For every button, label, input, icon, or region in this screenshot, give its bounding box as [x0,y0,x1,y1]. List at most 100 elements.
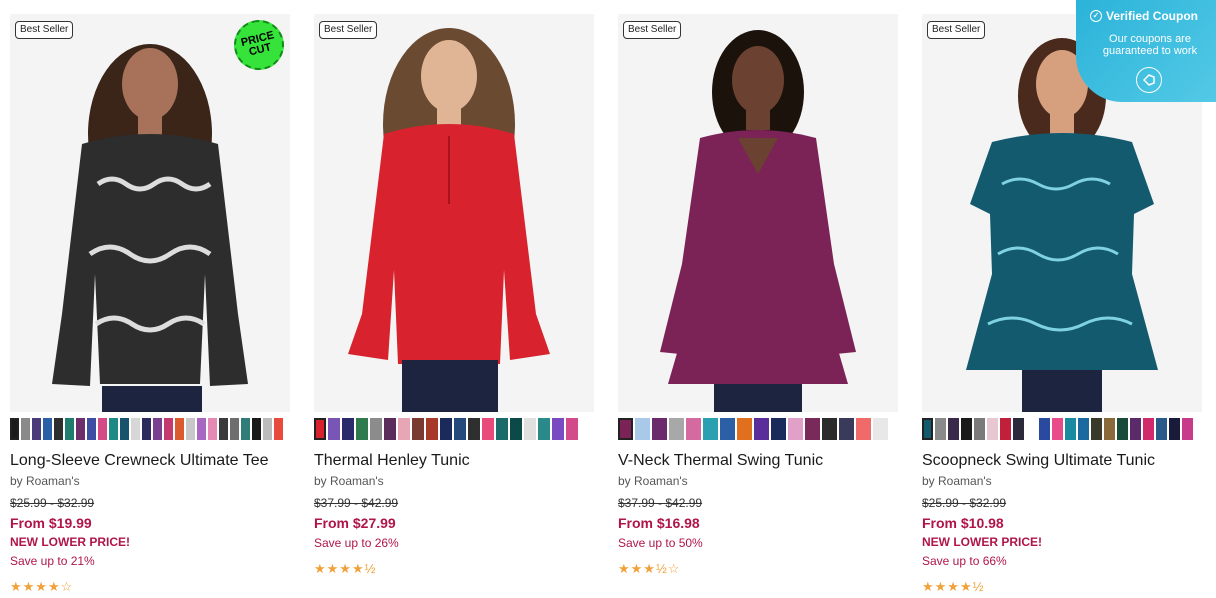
product-card[interactable]: Best Seller V-Neck Thermal Swing Tunic b… [618,14,898,598]
color-swatch[interactable] [109,418,118,440]
color-swatch[interactable] [524,418,536,440]
color-swatch[interactable] [1000,418,1011,440]
color-swatch[interactable] [440,418,452,440]
color-swatch[interactable] [65,418,74,440]
color-swatch[interactable] [566,418,578,440]
color-swatch[interactable] [131,418,140,440]
color-swatch[interactable] [720,418,735,440]
product-image[interactable]: Best Seller [314,14,594,412]
color-swatch[interactable] [328,418,340,440]
product-title[interactable]: Thermal Henley Tunic [314,452,470,470]
color-swatch[interactable] [1039,418,1050,440]
color-swatch[interactable] [10,418,19,440]
best-seller-badge: Best Seller [319,21,378,39]
color-swatch[interactable] [1130,418,1141,440]
color-swatch[interactable] [1104,418,1115,440]
color-swatch[interactable] [263,418,272,440]
color-swatch[interactable] [186,418,195,440]
color-swatch[interactable] [1078,418,1089,440]
product-card[interactable]: Best Seller PRICE CUT Long-Sleeve Crewne… [10,14,290,598]
color-swatch[interactable] [208,418,217,440]
color-swatch[interactable] [356,418,368,440]
color-swatch[interactable] [935,418,946,440]
color-swatch[interactable] [754,418,769,440]
color-swatch[interactable] [482,418,494,440]
color-swatch[interactable] [342,418,354,440]
color-swatch[interactable] [219,418,228,440]
color-swatch[interactable] [43,418,52,440]
color-swatch[interactable] [314,418,326,440]
color-swatch[interactable] [788,418,803,440]
color-swatch[interactable] [856,418,871,440]
product-title[interactable]: Long-Sleeve Crewneck Ultimate Tee [10,452,269,470]
color-swatch[interactable] [175,418,184,440]
color-swatch[interactable] [510,418,522,440]
color-swatch[interactable] [771,418,786,440]
product-title[interactable]: V-Neck Thermal Swing Tunic [618,452,823,470]
color-swatch[interactable] [426,418,438,440]
color-swatch[interactable] [370,418,382,440]
color-swatch[interactable] [412,418,424,440]
color-swatch[interactable] [197,418,206,440]
color-swatch[interactable] [1182,418,1193,440]
color-swatch[interactable] [737,418,752,440]
original-price: $37.99 - $42.99 [314,496,399,510]
color-swatch[interactable] [805,418,820,440]
color-swatch[interactable] [652,418,667,440]
color-swatch[interactable] [164,418,173,440]
color-swatch[interactable] [120,418,129,440]
color-swatch[interactable] [1143,418,1154,440]
coupon-title: Verified Coupon [1106,9,1199,23]
color-swatch[interactable] [21,418,30,440]
color-swatch[interactable] [241,418,250,440]
color-swatch[interactable] [153,418,162,440]
color-swatch[interactable] [1117,418,1128,440]
color-swatch[interactable] [142,418,151,440]
color-swatch[interactable] [618,418,633,440]
tag-logo-icon[interactable] [1136,67,1162,93]
color-swatch[interactable] [87,418,96,440]
color-swatch[interactable] [32,418,41,440]
color-swatch[interactable] [974,418,985,440]
color-swatch[interactable] [1026,418,1037,440]
color-swatch[interactable] [1169,418,1180,440]
product-image[interactable]: Best Seller PRICE CUT [10,14,290,412]
color-swatch[interactable] [686,418,701,440]
color-swatch[interactable] [1156,418,1167,440]
color-swatch[interactable] [454,418,466,440]
color-swatch[interactable] [839,418,854,440]
color-swatch[interactable] [538,418,550,440]
product-image[interactable]: Best Seller [618,14,898,412]
color-swatch[interactable] [669,418,684,440]
color-swatch[interactable] [1065,418,1076,440]
color-swatch[interactable] [948,418,959,440]
color-swatch[interactable] [873,418,888,440]
color-swatch[interactable] [552,418,564,440]
color-swatch[interactable] [398,418,410,440]
color-swatch[interactable] [987,418,998,440]
color-swatch[interactable] [274,418,283,440]
product-brand: by Roaman's [922,474,992,488]
color-swatch[interactable] [1052,418,1063,440]
color-swatch[interactable] [496,418,508,440]
color-swatch[interactable] [922,418,933,440]
color-swatch[interactable] [468,418,480,440]
color-swatch[interactable] [384,418,396,440]
check-circle-icon: ✓ [1090,10,1102,22]
color-swatch[interactable] [230,418,239,440]
color-swatch[interactable] [76,418,85,440]
color-swatch[interactable] [822,418,837,440]
color-swatches [314,418,594,440]
product-title[interactable]: Scoopneck Swing Ultimate Tunic [922,452,1155,470]
color-swatch[interactable] [98,418,107,440]
color-swatch[interactable] [961,418,972,440]
color-swatch[interactable] [252,418,261,440]
color-swatch[interactable] [1013,418,1024,440]
color-swatch[interactable] [54,418,63,440]
verified-coupon-widget[interactable]: ✓ Verified Coupon Our coupons are guaran… [1076,0,1216,102]
best-seller-badge: Best Seller [15,21,74,39]
color-swatch[interactable] [1091,418,1102,440]
product-card[interactable]: Best Seller Thermal Henley Tunic by Roam… [314,14,594,598]
color-swatch[interactable] [703,418,718,440]
color-swatch[interactable] [635,418,650,440]
